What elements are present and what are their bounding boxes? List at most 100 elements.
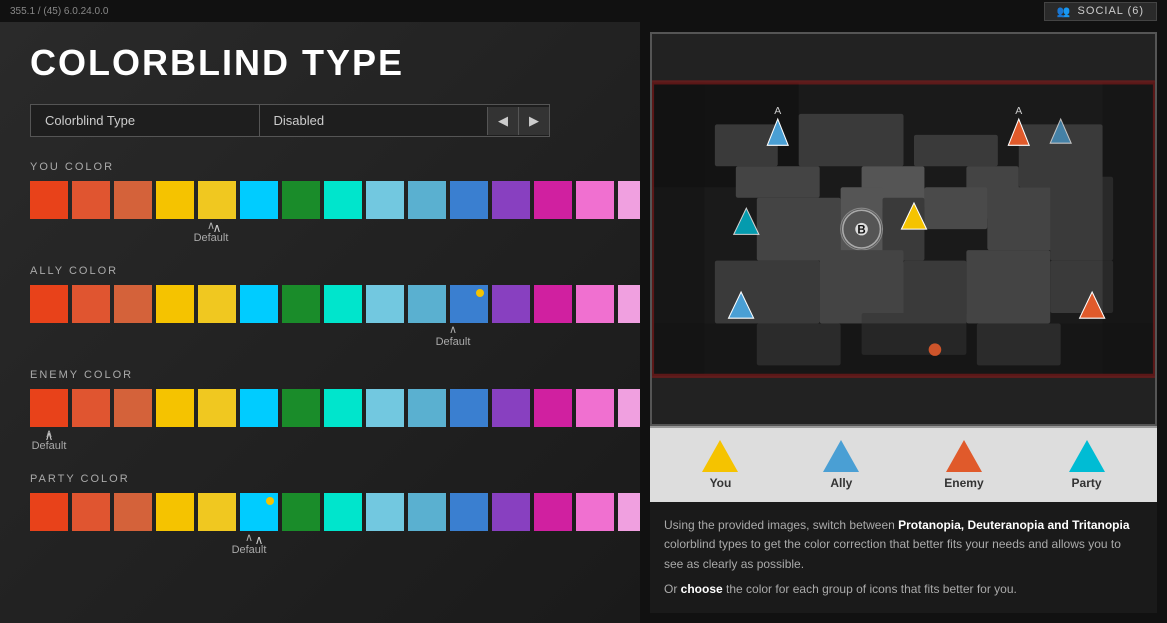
swatch[interactable] [198,493,236,531]
swatch[interactable] [408,389,446,427]
you-color-section: YOU COLOR [30,161,610,245]
party-color-section: PARTY COLOR [30,473,610,557]
swatch[interactable] [324,389,362,427]
party-legend-label: Party [1072,476,1102,490]
swatch[interactable] [156,285,194,323]
swatch[interactable] [534,181,572,219]
swatch[interactable] [72,285,110,323]
enemy-legend-label: Enemy [944,476,983,490]
swatch[interactable] [72,493,110,531]
swatch[interactable] [576,181,614,219]
party-triangle-icon [1069,440,1105,472]
ally-selected-dot [476,289,484,297]
ally-triangle-icon [823,440,859,472]
swatch[interactable] [492,493,530,531]
swatch[interactable] [324,285,362,323]
swatch[interactable] [366,285,404,323]
swatch[interactable] [156,389,194,427]
swatch[interactable] [30,493,68,531]
party-selected-dot [266,497,274,505]
swatch[interactable] [114,181,152,219]
legend-item-ally: Ally [823,440,859,490]
swatch[interactable] [156,493,194,531]
ally-swatches-wrapper: ∧ Default [30,285,610,349]
swatch[interactable] [30,285,68,323]
swatch[interactable] [450,285,488,323]
swatch[interactable] [450,181,488,219]
top-bar-left: 355.1 / (45) 6.0.24.0.0 [10,6,108,17]
swatch[interactable] [72,389,110,427]
ally-color-swatches [30,285,610,323]
swatch[interactable] [450,493,488,531]
swatch[interactable] [492,285,530,323]
swatch[interactable] [492,389,530,427]
ally-default-label: Default [436,336,471,348]
svg-text:A: A [774,106,781,117]
swatch[interactable] [240,285,278,323]
swatch[interactable] [366,181,404,219]
swatch[interactable] [450,389,488,427]
you-legend-label: You [710,476,732,490]
swatch-selected[interactable] [240,493,278,531]
left-panel: COLORBLIND TYPE Colorblind Type Disabled… [0,22,640,623]
swatch[interactable] [366,389,404,427]
swatch[interactable] [114,389,152,427]
info-box: Using the provided images, switch betwee… [650,502,1157,613]
next-arrow-button[interactable]: ▶ [518,107,549,135]
swatch[interactable] [240,389,278,427]
swatch[interactable] [408,285,446,323]
colorblind-type-selector: Colorblind Type Disabled ◀ ▶ [30,104,550,137]
enemy-caret: ∧ [45,428,53,440]
map-svg: B A [652,34,1155,424]
swatch[interactable] [534,389,572,427]
swatch[interactable] [576,389,614,427]
social-label: SOCIAL (6) [1078,5,1144,17]
legend-row: You Ally Enemy Party [650,426,1157,502]
swatch[interactable] [198,389,236,427]
you-color-swatches [30,181,610,219]
swatch[interactable] [618,389,640,427]
swatch[interactable] [114,493,152,531]
swatch[interactable] [534,285,572,323]
swatch[interactable] [618,493,640,531]
main-page: COLORBLIND TYPE Colorblind Type Disabled… [0,22,1167,623]
swatch[interactable] [114,285,152,323]
swatch[interactable] [618,181,640,219]
info-text-2: colorblind types to get the color correc… [664,537,1121,570]
version-text: 355.1 / (45) 6.0.24.0.0 [10,6,108,17]
swatch[interactable] [282,181,320,219]
swatch[interactable] [324,493,362,531]
swatch[interactable] [282,389,320,427]
swatch[interactable] [366,493,404,531]
map-preview: B A [650,32,1157,426]
swatch[interactable] [324,181,362,219]
party-caret: ∧ [245,532,253,544]
swatch[interactable] [240,181,278,219]
swatch[interactable] [72,181,110,219]
enemy-color-section: ENEMY COLOR [30,369,610,453]
swatch[interactable] [30,181,68,219]
svg-text:B: B [857,224,865,236]
selector-label: Colorblind Type [31,105,260,136]
enemy-default-label: Default [32,440,67,452]
swatch[interactable] [198,285,236,323]
swatch[interactable] [576,285,614,323]
swatch[interactable] [282,493,320,531]
top-bar: 355.1 / (45) 6.0.24.0.0 👥 SOCIAL (6) [0,0,1167,22]
swatch[interactable] [408,181,446,219]
swatch[interactable] [534,493,572,531]
party-color-swatches [30,493,610,531]
swatch[interactable] [576,493,614,531]
info-text-4: the color for each group of icons that f… [723,582,1017,596]
enemy-swatches-wrapper: ∧ Default [30,389,610,453]
you-caret: ∧ [207,220,215,232]
swatch[interactable] [492,181,530,219]
swatch[interactable] [618,285,640,323]
swatch[interactable] [408,493,446,531]
prev-arrow-button[interactable]: ◀ [487,107,518,135]
swatch-selected[interactable] [30,389,68,427]
swatch[interactable] [282,285,320,323]
social-button[interactable]: 👥 SOCIAL (6) [1044,2,1157,21]
swatch-selected[interactable] [198,181,236,219]
swatch[interactable] [156,181,194,219]
